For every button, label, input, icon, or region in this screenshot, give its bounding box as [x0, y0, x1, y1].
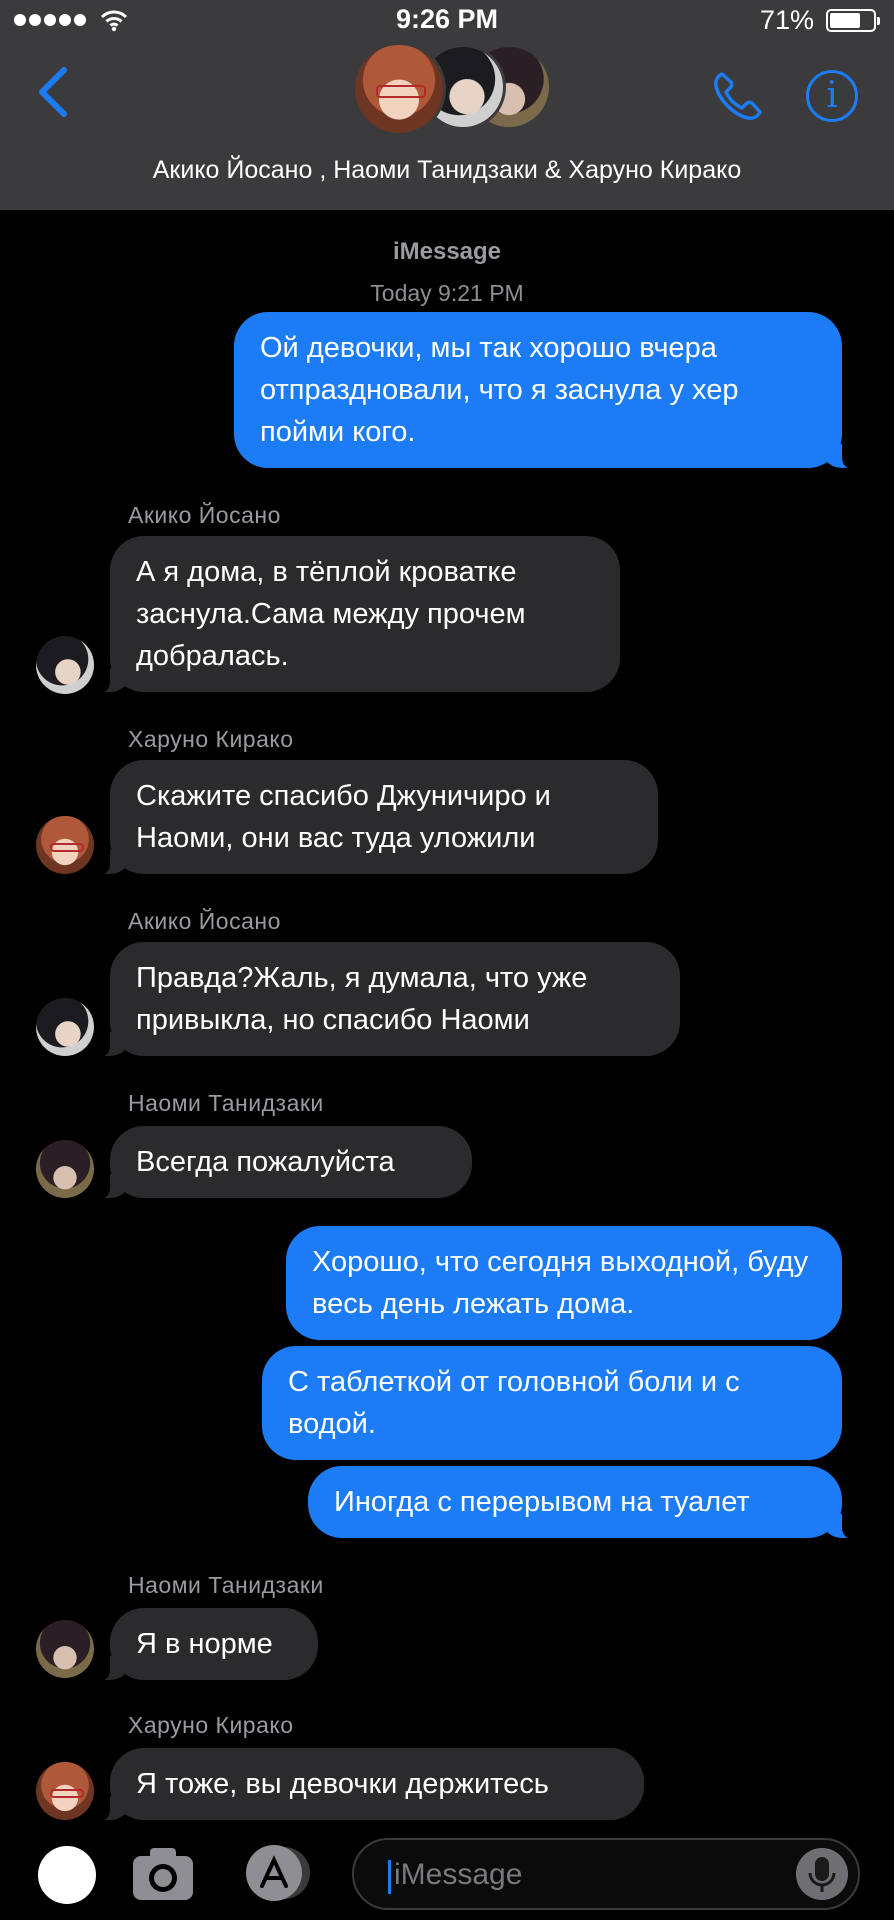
messages-app: 9:26 PM 71% i Акико Йосано , Наоми Танид…	[0, 0, 894, 1920]
message-text: С таблеткой от головной боли и с водой.	[288, 1366, 740, 1440]
sender-name: Наоми Танидзаки	[128, 1090, 324, 1116]
sender-name: Акико Йосано	[128, 908, 281, 934]
outgoing-message[interactable]: С таблеткой от головной боли и с водой.	[262, 1346, 842, 1460]
message-text: Скажите спасибо Джуничиро и Наоми, они в…	[136, 780, 551, 854]
message-input[interactable]: iMessage	[352, 1838, 860, 1910]
sender-avatar[interactable]	[36, 1762, 94, 1820]
phone-icon[interactable]	[708, 66, 768, 126]
group-title[interactable]: Акико Йосано , Наоми Танидзаки & Харуно …	[0, 156, 894, 185]
info-icon[interactable]: i	[806, 70, 858, 122]
microphone-icon[interactable]	[796, 1848, 848, 1900]
digital-touch-button[interactable]	[38, 1846, 96, 1904]
sender-name: Акико Йосано	[128, 502, 281, 528]
camera-icon[interactable]	[130, 1842, 196, 1904]
incoming-message[interactable]: Всегда пожалуйста	[88, 1126, 472, 1200]
message-text: А я дома, в тёплой кроватке заснула.Сама…	[136, 556, 526, 672]
message-text: Хорошо, что сегодня выходной, буду весь …	[312, 1246, 809, 1320]
message-text: Всегда пожалуйста	[136, 1146, 395, 1178]
sender-name: Харуно Кирако	[128, 1712, 294, 1738]
sender-avatar[interactable]	[36, 1620, 94, 1678]
incoming-message[interactable]: Скажите спасибо Джуничиро и Наоми, они в…	[88, 760, 658, 876]
battery-percentage: 71%	[759, 5, 814, 35]
status-bar: 9:26 PM 71%	[0, 0, 894, 40]
message-text: Правда?Жаль, я думала, что уже привыкла,…	[136, 962, 588, 1036]
message-text: Я в норме	[136, 1628, 273, 1660]
message-text: Ой девочки, мы так хорошо вчера отпраздн…	[260, 332, 739, 448]
incoming-message[interactable]: Правда?Жаль, я думала, что уже привыкла,…	[88, 942, 680, 1058]
battery-icon	[826, 9, 880, 32]
outgoing-message[interactable]: Иногда с перерывом на туалет	[308, 1466, 864, 1540]
conversation-header: 9:26 PM 71% i Акико Йосано , Наоми Танид…	[0, 0, 894, 210]
message-text: Я тоже, вы девочки держитесь	[136, 1768, 549, 1800]
outgoing-message[interactable]: Хорошо, что сегодня выходной, буду весь …	[286, 1226, 842, 1340]
incoming-message[interactable]: А я дома, в тёплой кроватке заснула.Сама…	[88, 536, 620, 694]
incoming-message[interactable]: Я тоже, вы девочки держитесь	[88, 1748, 644, 1822]
sender-avatar[interactable]	[36, 636, 94, 694]
sender-name: Харуно Кирако	[128, 726, 294, 752]
app-store-icon[interactable]	[240, 1842, 316, 1904]
sender-avatar[interactable]	[36, 816, 94, 874]
sender-avatar[interactable]	[36, 998, 94, 1056]
service-label: iMessage	[392, 238, 502, 265]
text-caret	[388, 1860, 391, 1894]
incoming-message[interactable]: Я в норме	[88, 1608, 318, 1682]
message-placeholder: iMessage	[394, 1858, 523, 1891]
participant-avatar-akiko[interactable]	[352, 42, 446, 136]
thread-timestamp: Today 9:21 PM	[370, 280, 524, 306]
sender-name: Наоми Танидзаки	[128, 1572, 324, 1598]
outgoing-message[interactable]: Ой девочки, мы так хорошо вчера отпраздн…	[234, 312, 864, 470]
sender-avatar[interactable]	[36, 1140, 94, 1198]
message-text: Иногда с перерывом на туалет	[334, 1486, 750, 1518]
back-button[interactable]	[28, 62, 78, 122]
